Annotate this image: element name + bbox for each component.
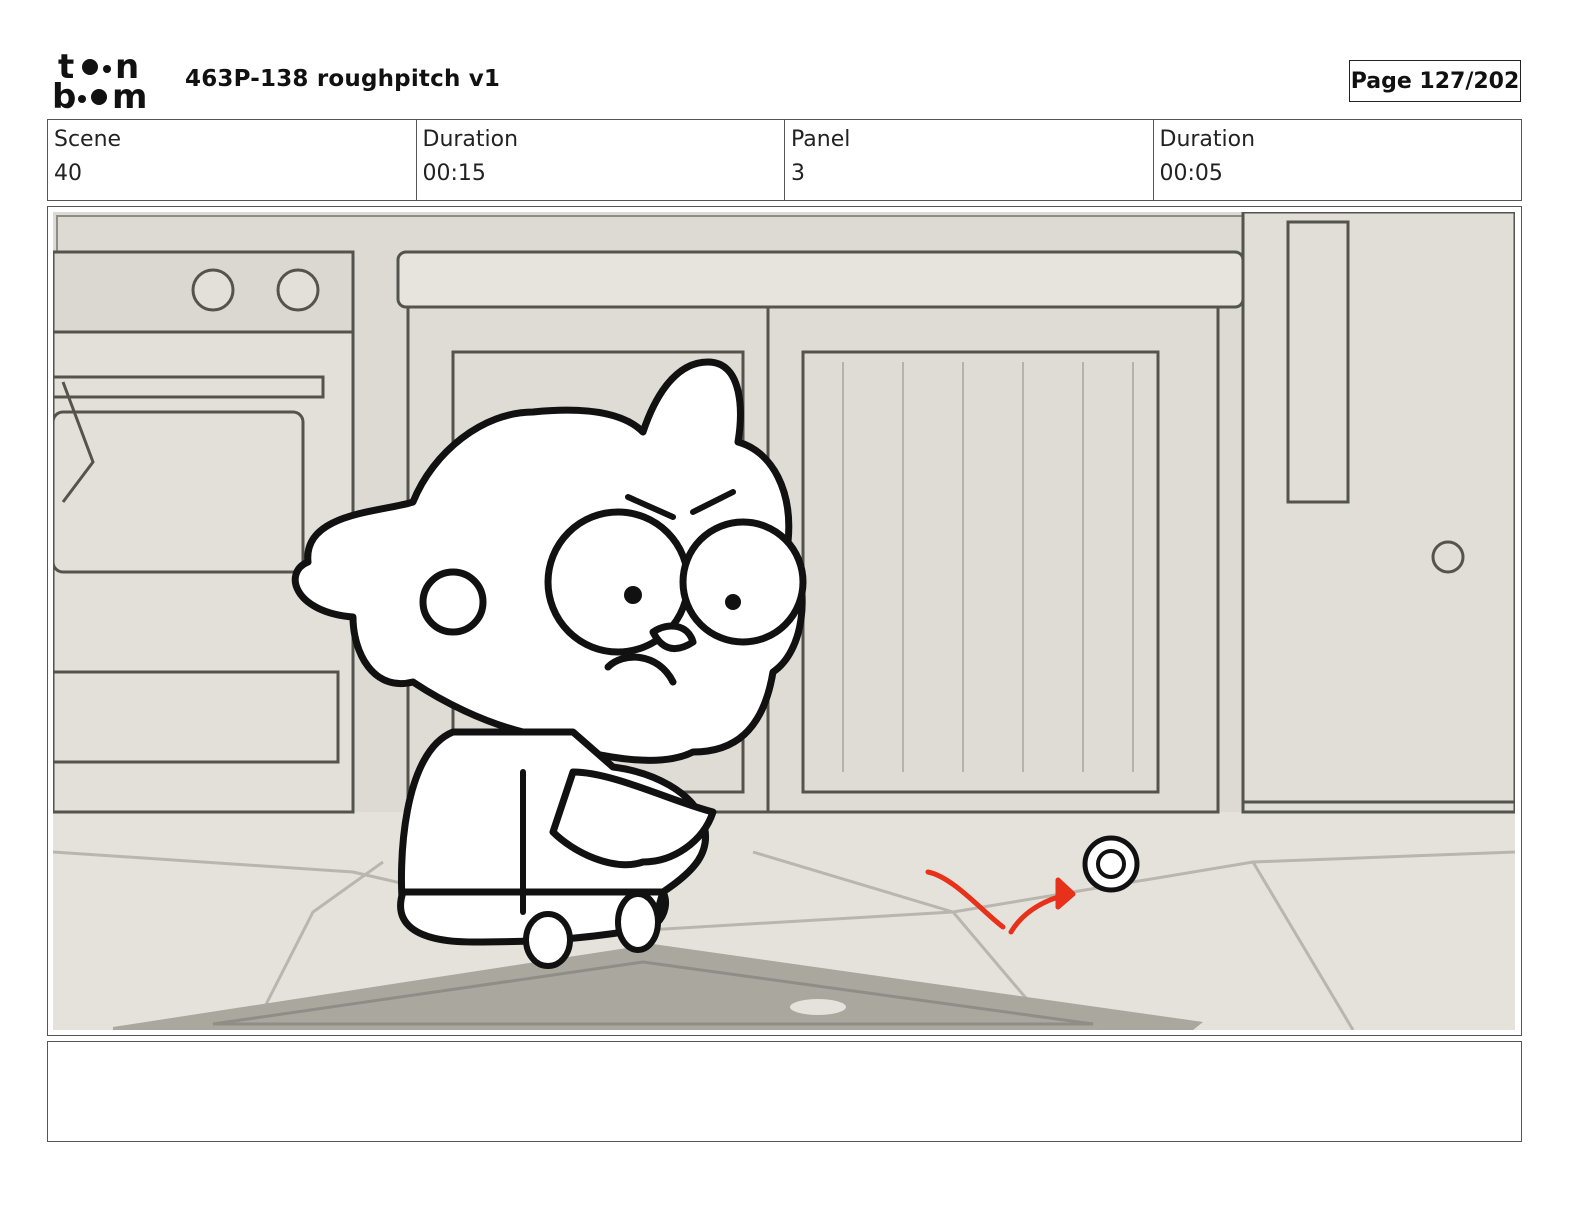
panel-cell: Panel 3 [785, 120, 1154, 200]
small-object-drawing [1082, 835, 1140, 893]
panel-drawing [53, 212, 1515, 1030]
scene-duration-label: Duration [422, 127, 519, 152]
panel-duration-cell: Duration 00:05 [1154, 120, 1522, 200]
svg-text:b: b [52, 77, 76, 112]
document-title: 463P-138 roughpitch v1 [185, 66, 501, 92]
panel-label: Panel [791, 127, 851, 152]
scene-value: 40 [54, 161, 82, 186]
toonboom-logo: t n b m [52, 52, 147, 112]
scene-cell: Scene 40 [48, 120, 417, 200]
panel-duration-label: Duration [1159, 127, 1256, 152]
scene-duration-value: 00:15 [422, 161, 486, 186]
page-counter: Page 127/202 [1349, 60, 1521, 102]
scene-duration-cell: Duration 00:15 [417, 120, 785, 200]
scene-label: Scene [54, 127, 122, 152]
scene-info-table: Scene 40 Duration 00:15 Panel 3 Duration… [47, 119, 1522, 201]
stove-drawing [53, 250, 355, 814]
panel-value: 3 [791, 161, 805, 186]
storyboard-panel [47, 206, 1522, 1036]
panel-notes-box [47, 1041, 1522, 1142]
panel-duration-value: 00:05 [1159, 161, 1223, 186]
svg-text:m: m [112, 77, 147, 112]
fridge-drawing [1241, 212, 1515, 814]
